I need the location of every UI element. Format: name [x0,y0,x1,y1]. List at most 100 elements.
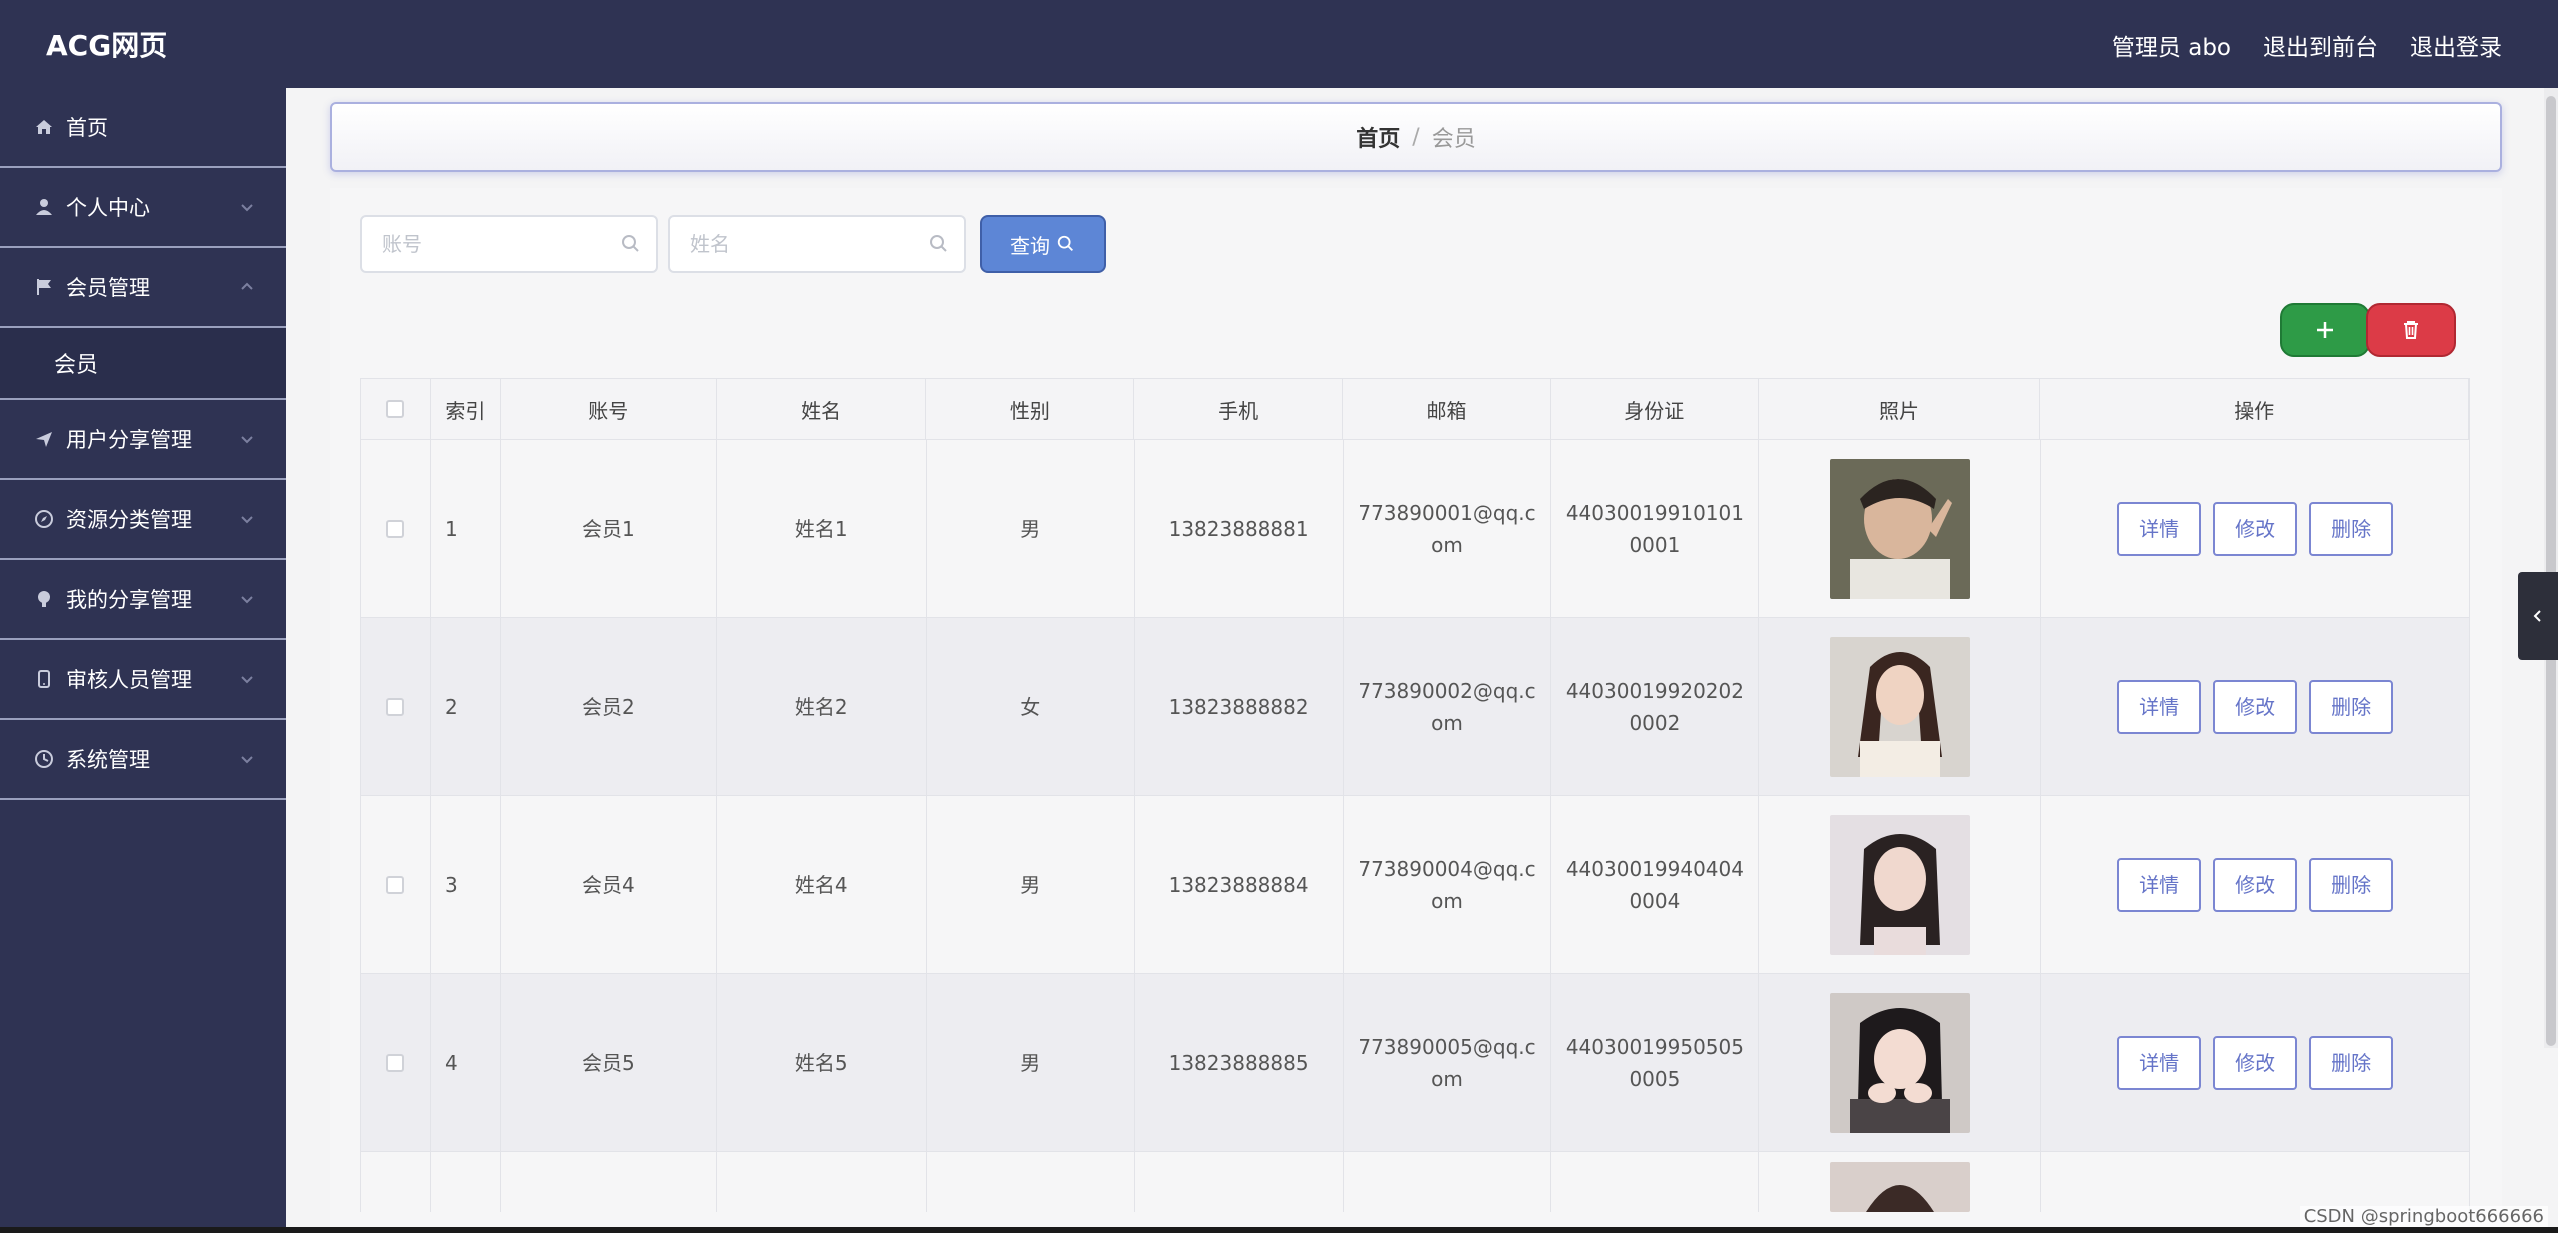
member-photo [1829,992,1970,1133]
trash-icon [2404,321,2418,339]
cell-account: 会员1 [501,440,717,617]
breadcrumb-current: 会员 [1431,127,1476,152]
detail-button[interactable]: 详情 [2117,501,2202,556]
cell-name [717,1152,927,1212]
query-button[interactable]: 查询 [980,215,1106,273]
row-select-cell [361,440,431,617]
cell-phone: 13823888885 [1135,974,1344,1151]
cell-sex: 男 [927,440,1135,617]
cell-idcard [1551,1152,1760,1212]
cell-actions: 详情 修改 删除 [2041,440,2470,617]
cell-email: 773890005@qq.com [1344,974,1552,1151]
sidebar-subitem-member[interactable]: 会员 [0,328,286,400]
cell-name: 姓名2 [717,618,927,795]
edit-button[interactable]: 修改 [2213,857,2298,912]
batch-delete-button[interactable] [2366,303,2456,357]
main-area: 首页 / 会员 查询 索引 账号 姓名 性别 [286,88,2530,1233]
cell-actions: 详情 修改 删除 [2041,796,2470,973]
cell-idcard: 440300199101010001 [1551,440,1760,617]
row-select-cell [361,618,431,795]
member-photo [1829,458,1970,599]
sidebar-item-personal-center[interactable]: 个人中心 [0,168,286,248]
sidebar-item-label: 资源分类管理 [66,508,192,532]
page-scrollbar-thumb[interactable] [2546,96,2556,1046]
name-search-input[interactable] [670,217,964,271]
breadcrumb-home[interactable]: 首页 [1356,121,1400,153]
cell-phone: 13823888881 [1135,440,1344,617]
delete-button[interactable]: 删除 [2309,1035,2394,1090]
cell-phone [1135,1152,1344,1212]
header-select-all [361,379,431,439]
row-checkbox[interactable] [386,1053,405,1072]
cell-idcard: 440300199202020002 [1551,618,1760,795]
row-checkbox[interactable] [386,519,405,538]
send-icon [32,427,56,451]
row-select-cell [361,974,431,1151]
member-photo [1829,1162,1970,1212]
table-row: 2 会员2 姓名2 女 13823888882 773890002@qq.com… [360,618,2470,796]
cell-index: 2 [431,618,501,795]
add-button[interactable] [2280,303,2370,357]
cell-phone: 13823888884 [1135,796,1344,973]
delete-button[interactable]: 删除 [2309,679,2394,734]
cell-phone: 13823888882 [1135,618,1344,795]
detail-button[interactable]: 详情 [2117,1035,2202,1090]
cell-account [501,1152,717,1212]
header-index: 索引 [431,379,501,439]
table-row: 4 会员5 姓名5 男 13823888885 773890005@qq.com… [360,974,2470,1152]
cell-photo [1759,440,2042,617]
sidebar-item-label: 用户分享管理 [66,428,192,452]
logout-link[interactable]: 退出登录 [2410,28,2502,62]
flag-icon [32,275,56,299]
cell-email: 773890001@qq.com [1344,440,1552,617]
name-search-field [668,215,966,273]
cell-account: 会员2 [501,618,717,795]
sidebar-item-resource-category[interactable]: 资源分类管理 [0,480,286,560]
edit-button[interactable]: 修改 [2213,679,2298,734]
cell-account: 会员5 [501,974,717,1151]
member-table: 索引 账号 姓名 性别 手机 邮箱 身份证 照片 操作 1 会员1 姓名1 男 … [360,378,2470,1212]
cell-sex [927,1152,1135,1212]
admin-label: 管理员 abo [2111,35,2231,61]
account-search-input[interactable] [362,217,656,271]
header-photo: 照片 [1759,379,2041,439]
sidebar-item-system-management[interactable]: 系统管理 [0,720,286,800]
account-search-field [360,215,658,273]
cell-email [1344,1152,1552,1212]
delete-button[interactable]: 删除 [2309,857,2394,912]
clock-icon [32,747,56,771]
edit-button[interactable]: 修改 [2213,1035,2298,1090]
sidebar-item-label: 会员管理 [66,276,150,300]
header-sex: 性别 [926,379,1135,439]
search-icon [930,235,947,252]
bottom-edge [0,1227,2558,1233]
sidebar-item-home[interactable]: 首页 [0,88,286,168]
detail-button[interactable]: 详情 [2117,679,2202,734]
row-checkbox[interactable] [386,697,405,716]
search-icon [622,235,639,252]
chevron-down-icon [241,756,253,764]
header-idcard: 身份证 [1551,379,1759,439]
cell-sex: 男 [927,974,1135,1151]
sidebar-item-user-share[interactable]: 用户分享管理 [0,400,286,480]
cell-name: 姓名4 [717,796,927,973]
exit-to-frontend-link[interactable]: 退出到前台 [2263,28,2378,62]
member-photo [1829,814,1970,955]
delete-button[interactable]: 删除 [2309,501,2394,556]
side-panel-toggle[interactable] [2518,572,2558,660]
sidebar-item-member-management[interactable]: 会员管理 [0,248,286,328]
table-header: 索引 账号 姓名 性别 手机 邮箱 身份证 照片 操作 [360,378,2470,440]
cell-actions [2041,1152,2470,1212]
query-button-label: 查询 [1010,233,1050,258]
edit-button[interactable]: 修改 [2213,501,2298,556]
cell-email: 773890004@qq.com [1344,796,1552,973]
chevron-down-icon [241,204,253,212]
select-all-checkbox[interactable] [386,400,405,418]
sidebar-item-label: 审核人员管理 [66,668,192,692]
row-checkbox[interactable] [386,875,405,894]
cell-email: 773890002@qq.com [1344,618,1552,795]
sidebar-item-my-share[interactable]: 我的分享管理 [0,560,286,640]
detail-button[interactable]: 详情 [2117,857,2202,912]
sidebar-item-reviewer-management[interactable]: 审核人员管理 [0,640,286,720]
cell-idcard: 440300199505050005 [1551,974,1760,1151]
